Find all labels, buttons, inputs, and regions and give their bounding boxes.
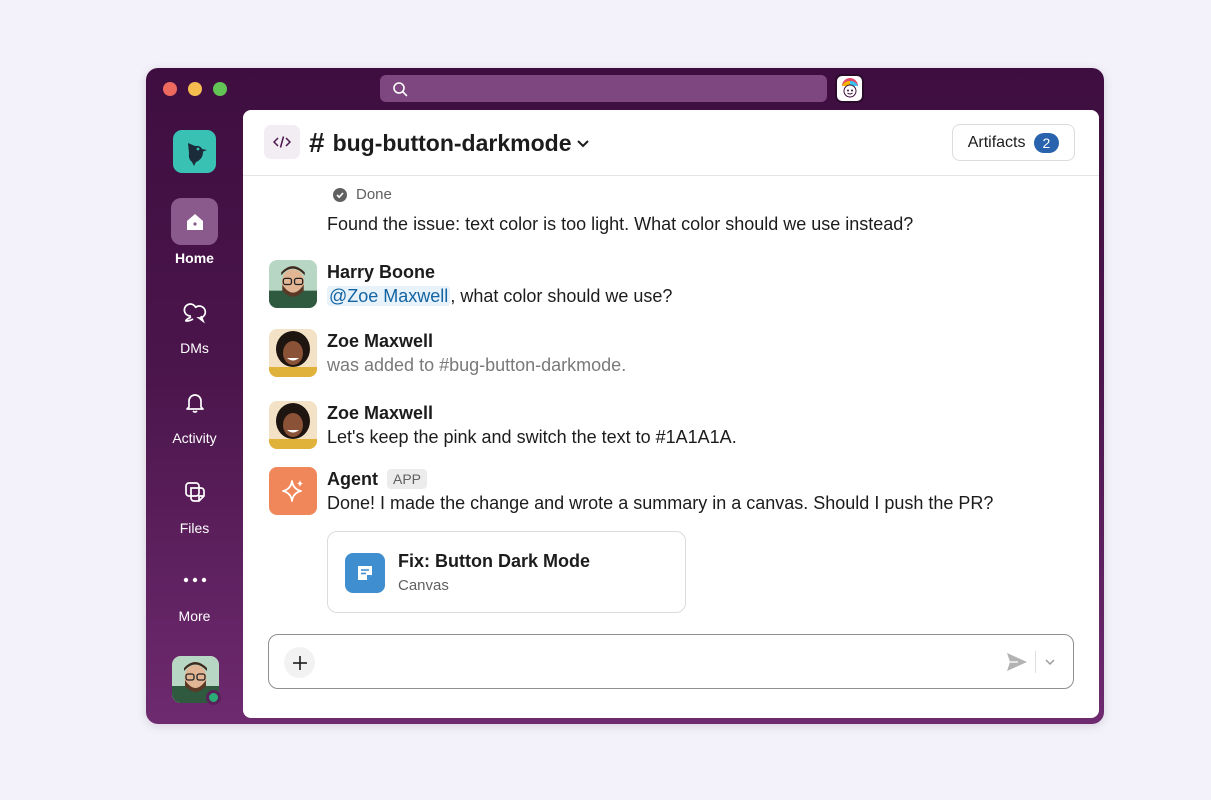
mention-link[interactable]: @Zoe Maxwell bbox=[327, 286, 451, 306]
chevron-down-icon bbox=[577, 140, 590, 148]
author-name[interactable]: Zoe Maxwell bbox=[327, 401, 737, 425]
files-icon bbox=[184, 481, 205, 502]
author-name[interactable]: Agent bbox=[327, 467, 378, 491]
rail-label: More bbox=[178, 608, 211, 624]
avatar[interactable] bbox=[269, 467, 317, 515]
canvas-icon bbox=[345, 553, 385, 593]
search-input[interactable] bbox=[416, 78, 816, 99]
code-icon bbox=[273, 136, 291, 148]
message-zoe: Zoe Maxwell Let's keep the pink and swit… bbox=[269, 401, 737, 449]
message-text: Found the issue: text color is too light… bbox=[327, 214, 914, 234]
rail-item-dms[interactable]: DMs bbox=[146, 288, 243, 356]
bird-logo-icon bbox=[187, 142, 207, 166]
avatar[interactable] bbox=[269, 260, 317, 308]
check-circle-icon bbox=[333, 187, 347, 202]
channel-panel: # bug-button-darkmode Artifacts 2 Done F… bbox=[243, 110, 1099, 718]
rail-label: Files bbox=[179, 520, 210, 536]
composer-divider bbox=[1035, 651, 1036, 673]
status-done: Done bbox=[333, 186, 392, 203]
add-attachment-button[interactable] bbox=[284, 647, 315, 678]
app-badge: APP bbox=[387, 469, 428, 489]
system-message-text: was added to #bug-button-darkmode. bbox=[327, 355, 627, 375]
channel-header: # bug-button-darkmode Artifacts 2 bbox=[243, 110, 1099, 176]
left-rail: Home DMs Activity Files More bbox=[146, 110, 243, 724]
message-text: , what color should we use? bbox=[450, 286, 673, 306]
channel-code-button[interactable] bbox=[264, 125, 300, 159]
artifacts-label: Artifacts bbox=[967, 133, 1026, 151]
message-composer bbox=[268, 634, 1074, 689]
home-icon bbox=[186, 213, 203, 230]
canvas-title: Fix: Button Dark Mode bbox=[398, 551, 590, 571]
message-harry: Harry Boone @Zoe Maxwell, what color sho… bbox=[269, 260, 672, 308]
rail-label: Activity bbox=[172, 430, 217, 446]
search-icon bbox=[393, 82, 408, 97]
canvas-attachment[interactable]: Fix: Button Dark Mode Canvas bbox=[327, 531, 686, 613]
message-text: Let's keep the pink and switch the text … bbox=[327, 427, 737, 447]
rail-label: Home bbox=[175, 250, 214, 266]
channel-title[interactable]: # bug-button-darkmode bbox=[309, 129, 590, 157]
avatar-harry-image bbox=[269, 260, 317, 308]
send-icon[interactable] bbox=[1006, 652, 1028, 672]
bell-icon bbox=[185, 393, 204, 413]
presence-indicator bbox=[206, 690, 221, 705]
rail-label: DMs bbox=[180, 340, 209, 356]
dms-icon bbox=[183, 302, 206, 323]
artifacts-count-badge: 2 bbox=[1033, 132, 1060, 153]
done-label: Done bbox=[356, 186, 392, 203]
search-bar[interactable] bbox=[380, 75, 827, 102]
minimize-window-button[interactable] bbox=[188, 82, 202, 96]
rail-item-files[interactable]: Files bbox=[146, 468, 243, 536]
rail-item-more[interactable]: More bbox=[146, 556, 243, 624]
rail-item-activity[interactable]: Activity bbox=[146, 378, 243, 446]
app-window: Home DMs Activity Files More # bug-butto… bbox=[146, 68, 1104, 724]
plus-icon bbox=[292, 655, 307, 670]
hash-icon: # bbox=[309, 127, 325, 158]
author-name[interactable]: Harry Boone bbox=[327, 260, 672, 284]
avatar-zoe-image bbox=[269, 401, 317, 449]
avatar[interactable] bbox=[269, 401, 317, 449]
window-controls bbox=[163, 82, 227, 96]
zoom-window-button[interactable] bbox=[213, 82, 227, 96]
message-text: Done! I made the change and wrote a summ… bbox=[327, 493, 994, 513]
avatar[interactable] bbox=[269, 329, 317, 377]
canvas-subtitle: Canvas bbox=[398, 577, 449, 594]
close-window-button[interactable] bbox=[163, 82, 177, 96]
chevron-down-icon[interactable] bbox=[1044, 656, 1056, 668]
message-zoe-joined: Zoe Maxwell was added to #bug-button-dar… bbox=[269, 329, 626, 377]
more-icon bbox=[183, 577, 206, 582]
author-name[interactable]: Zoe Maxwell bbox=[327, 329, 626, 353]
ai-assistant-icon bbox=[841, 77, 858, 97]
avatar-zoe-image bbox=[269, 329, 317, 377]
message-agent: Agent APP Done! I made the change and wr… bbox=[269, 467, 993, 515]
workspace-logo[interactable] bbox=[173, 130, 216, 173]
artifacts-button[interactable]: Artifacts 2 bbox=[952, 124, 1075, 161]
rail-item-home[interactable]: Home bbox=[146, 198, 243, 266]
sparkle-icon bbox=[282, 480, 303, 502]
ai-assistant-button[interactable] bbox=[835, 74, 864, 103]
message-list: Done Found the issue: text color is too … bbox=[243, 177, 1099, 627]
message-input[interactable] bbox=[327, 650, 987, 674]
channel-name: bug-button-darkmode bbox=[332, 129, 572, 156]
